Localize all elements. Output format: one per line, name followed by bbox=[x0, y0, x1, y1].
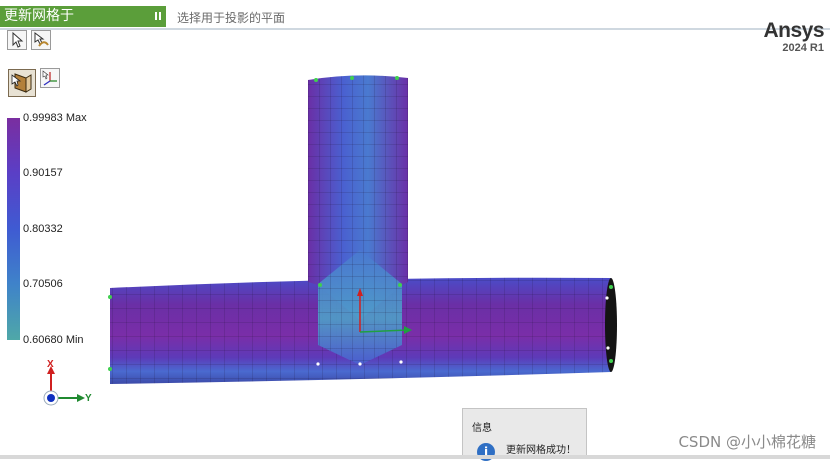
message-popup[interactable]: 信息 i 更新网格成功！ bbox=[462, 408, 587, 461]
pipe-end-opening bbox=[605, 278, 617, 372]
watermark: CSDN @小小棉花糖 bbox=[678, 433, 816, 451]
triad-z-dot bbox=[47, 394, 55, 402]
message-text: 更新网格成功！ bbox=[506, 445, 576, 456]
status-strip bbox=[0, 455, 830, 459]
triad-y-label: Y bbox=[85, 393, 92, 404]
mesh-viewport[interactable] bbox=[0, 0, 830, 459]
triad-x-label: X bbox=[47, 359, 54, 370]
triad-y-arrow bbox=[77, 394, 85, 402]
axis-triad[interactable]: X Y bbox=[36, 358, 96, 414]
message-header: 信息 bbox=[472, 423, 492, 434]
